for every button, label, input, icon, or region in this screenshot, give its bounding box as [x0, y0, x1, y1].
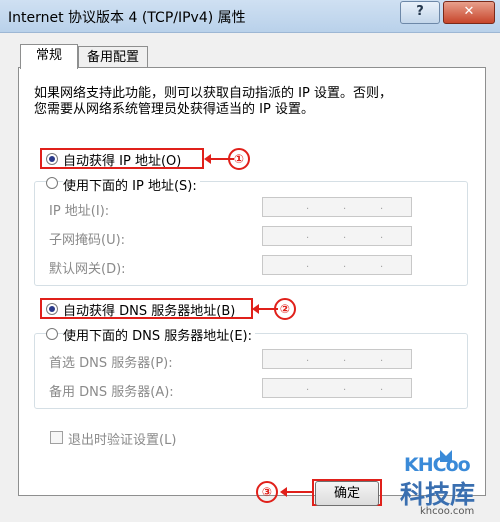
annotation-number-1: ① — [228, 148, 250, 170]
title-bar[interactable]: Internet 协议版本 4 (TCP/IPv4) 属性 ? ✕ — [0, 0, 500, 33]
window-title: Internet 协议版本 4 (TCP/IPv4) 属性 — [8, 10, 246, 26]
default-gateway-input[interactable]: ... — [262, 255, 412, 275]
annotation-number-2: ② — [274, 298, 296, 320]
alternate-dns-input[interactable]: ... — [262, 378, 412, 398]
auto-dns-label[interactable]: 自动获得 DNS 服务器地址(B) — [63, 300, 235, 319]
ip-address-input[interactable]: ... — [262, 197, 412, 217]
subnet-mask-input[interactable]: ... — [262, 226, 412, 246]
khcoo-watermark-logo: KHCoo 科技库 khcoo.com — [398, 448, 498, 518]
ok-button[interactable]: 确定 — [315, 481, 379, 506]
watermark-brand: KHCoo — [404, 454, 471, 476]
description-line-2: 您需要从网络系统管理员处获得适当的 IP 设置。 — [34, 102, 314, 117]
ip-address-label: IP 地址(I): — [49, 204, 110, 219]
tab-general[interactable]: 常规 — [20, 44, 78, 69]
manual-ip-label[interactable]: 使用下面的 IP 地址(S): — [63, 175, 200, 194]
auto-ip-label[interactable]: 自动获得 IP 地址(O) — [63, 150, 181, 169]
tab-alternate-config[interactable]: 备用配置 — [78, 46, 148, 69]
validate-on-exit-label[interactable]: 退出时验证设置(L) — [68, 429, 176, 448]
dialog-window: Internet 协议版本 4 (TCP/IPv4) 属性 ? ✕ 常规 备用配… — [0, 0, 500, 519]
manual-dns-label[interactable]: 使用下面的 DNS 服务器地址(E): — [63, 325, 255, 344]
preferred-dns-label: 首选 DNS 服务器(P): — [49, 356, 173, 371]
close-button[interactable]: ✕ — [443, 1, 495, 24]
watermark-url: khcoo.com — [420, 506, 475, 517]
manual-dns-radio[interactable] — [46, 328, 58, 340]
default-gateway-label: 默认网关(D): — [49, 262, 126, 277]
annotation-arrow-3 — [280, 487, 312, 497]
annotation-number-3: ③ — [256, 481, 278, 503]
alternate-dns-label: 备用 DNS 服务器(A): — [49, 385, 174, 400]
subnet-mask-label: 子网掩码(U): — [49, 233, 126, 248]
auto-ip-radio[interactable] — [46, 153, 58, 165]
manual-ip-radio[interactable] — [46, 177, 58, 189]
validate-on-exit-checkbox[interactable] — [50, 431, 63, 444]
preferred-dns-input[interactable]: ... — [262, 349, 412, 369]
help-button[interactable]: ? — [400, 1, 440, 24]
auto-dns-radio[interactable] — [46, 303, 58, 315]
